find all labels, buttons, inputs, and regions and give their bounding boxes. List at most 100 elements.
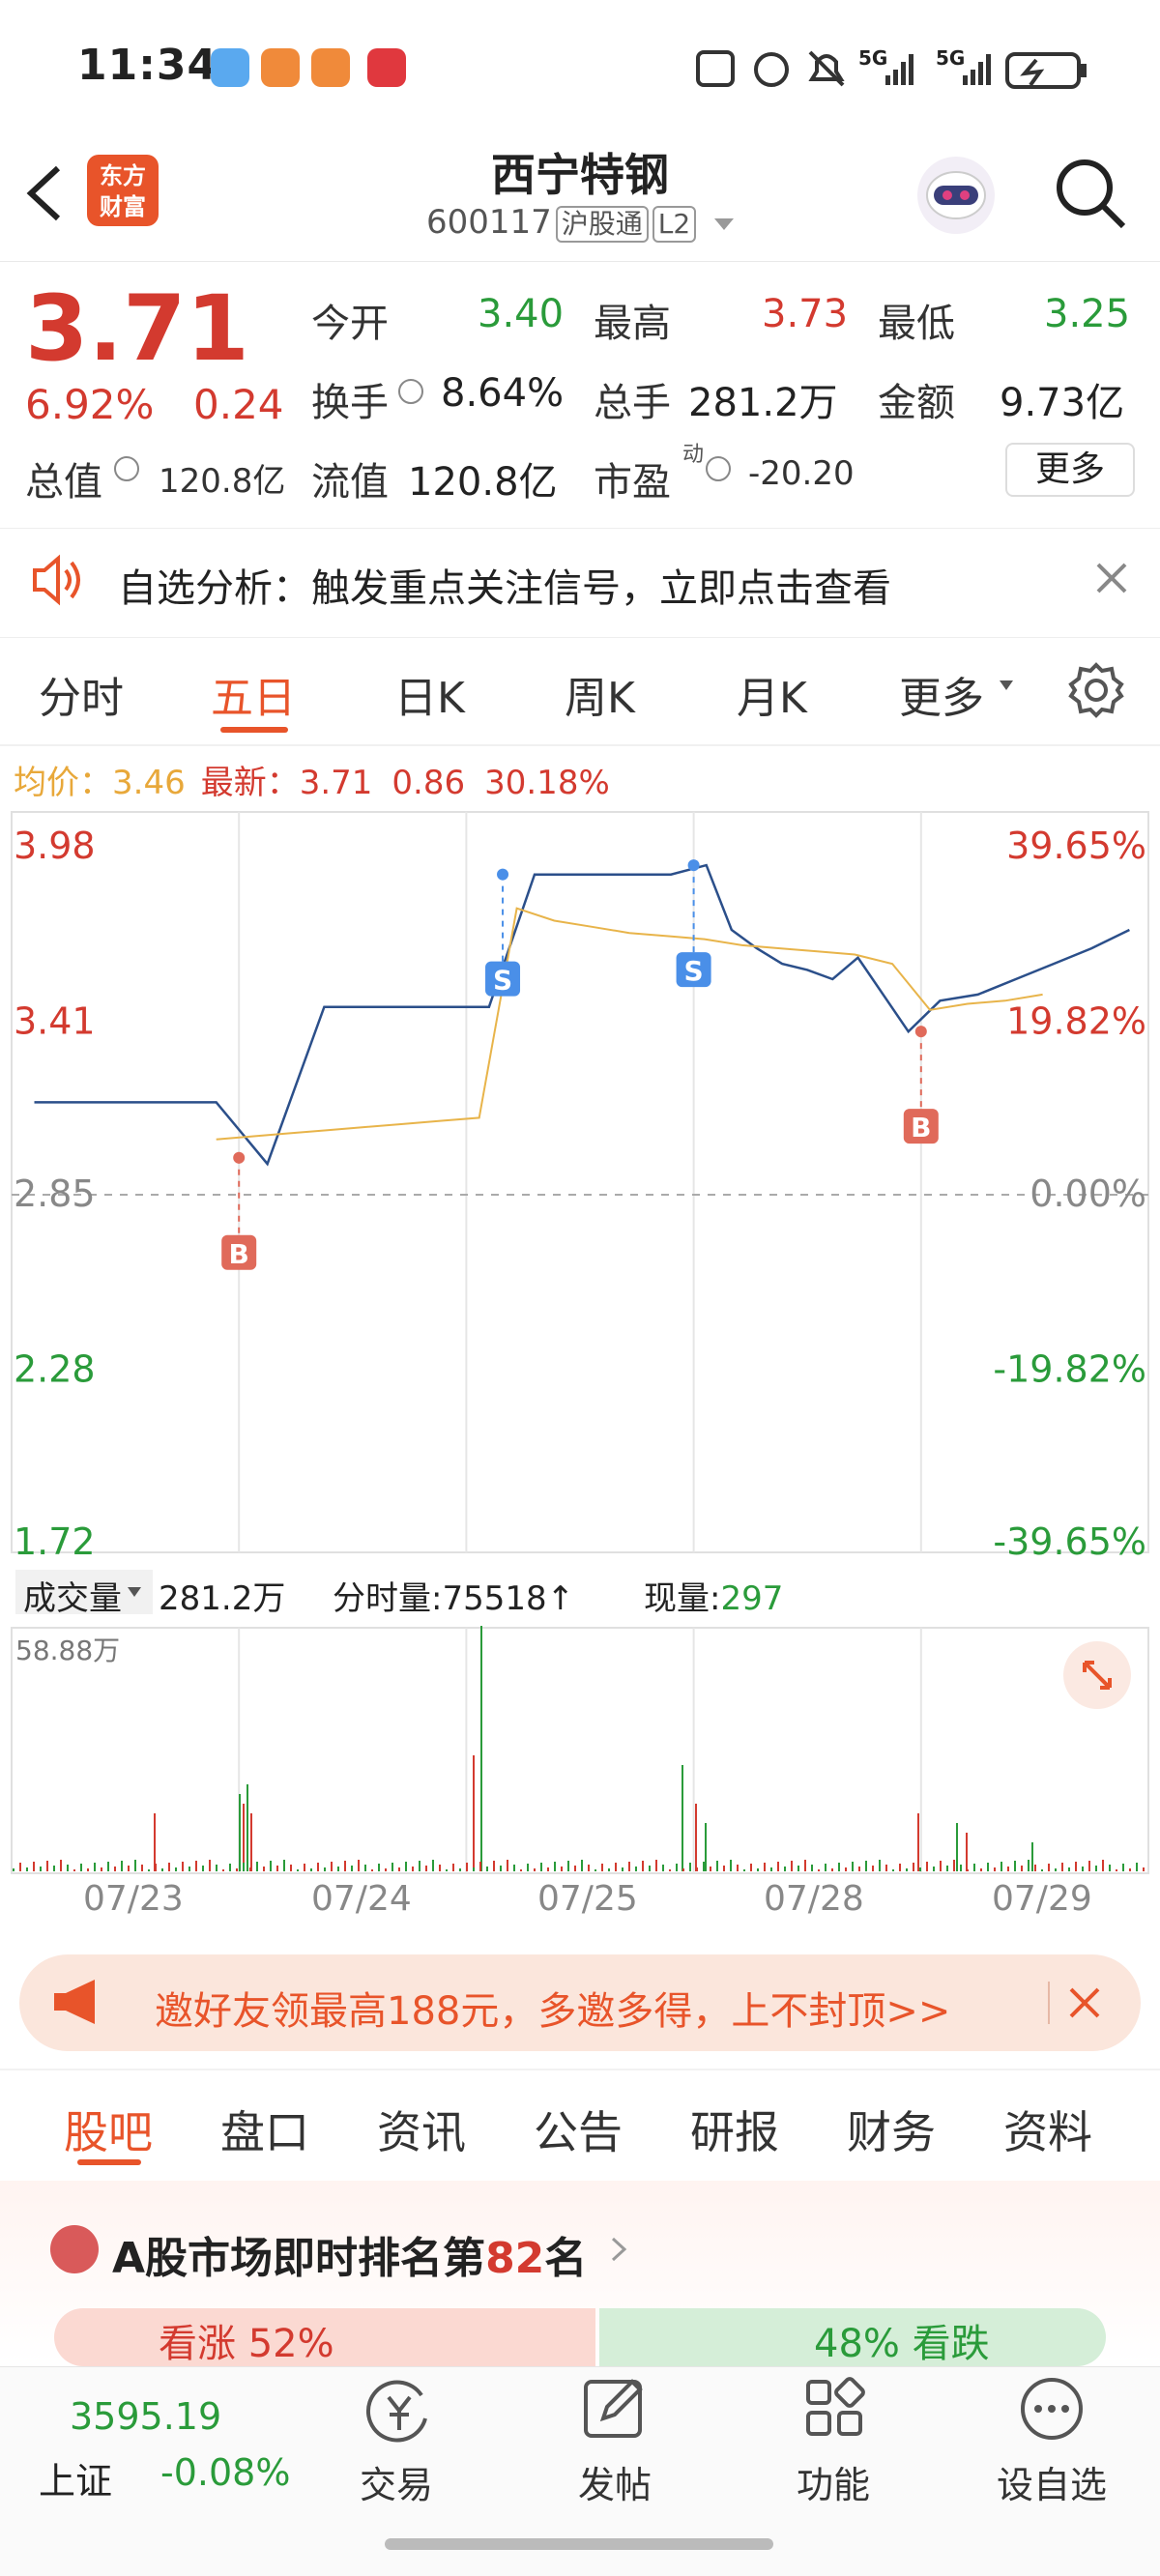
low-value: 3.25 xyxy=(1044,292,1131,336)
ranking-prefix: A股市场即时排名第 xyxy=(112,2234,486,2283)
tab-profile[interactable]: 资料 xyxy=(1003,2098,1092,2161)
banner-text[interactable]: 邀好友领最高188元，多邀多得，上不封顶>> xyxy=(155,1980,950,2036)
open-value: 3.40 xyxy=(478,292,565,336)
divider xyxy=(0,744,1160,746)
tab-finance[interactable]: 财务 xyxy=(847,2098,936,2161)
bearish-pct[interactable]: 48% 看跌 xyxy=(814,2312,990,2368)
info-dots-icon[interactable] xyxy=(398,379,423,404)
tab-news[interactable]: 资讯 xyxy=(377,2098,466,2161)
change-value: 0.24 xyxy=(193,381,284,428)
mktcap-value: 120.8亿 xyxy=(159,462,286,501)
info-dots-icon[interactable] xyxy=(114,456,139,481)
change-percent: 6.92% xyxy=(25,381,155,428)
robot-assistant-icon[interactable] xyxy=(913,153,1000,238)
y-tick-right: -19.82% xyxy=(993,1348,1146,1391)
volume-chart[interactable] xyxy=(0,1624,1160,1875)
search-icon[interactable] xyxy=(1052,155,1129,232)
notice-text[interactable]: 自选分析：触发重点关注信号，立即点击查看 xyxy=(118,557,891,613)
stock-code: 600117 xyxy=(425,203,552,242)
volume-total: 281.2万 xyxy=(159,1579,286,1618)
tab-intraday[interactable]: 分时 xyxy=(39,663,124,725)
tab-weekly-k[interactable]: 周K xyxy=(565,663,635,725)
l2-tag: L2 xyxy=(652,206,697,243)
last-price: 3.71 xyxy=(25,276,249,382)
bullish-pct[interactable]: 看涨 52% xyxy=(159,2312,334,2368)
trade-marker-dot xyxy=(497,868,509,881)
nav-add-watchlist[interactable]: 设自选 xyxy=(955,2455,1148,2508)
nav-trade[interactable]: 交易 xyxy=(300,2455,493,2508)
y-tick-right: 39.65% xyxy=(1006,825,1146,867)
active-tab-indicator xyxy=(77,2159,141,2165)
tab-monthly-k[interactable]: 月K xyxy=(737,663,807,725)
pe-label: 市盈 xyxy=(594,460,671,505)
open-label: 今开 xyxy=(311,302,389,346)
x-tick: 07/25 xyxy=(537,1879,638,1919)
current-volume-label: 现量: xyxy=(644,1579,721,1618)
trade-marker-label: S xyxy=(493,965,512,997)
pe-dynamic-sup: 动 xyxy=(682,443,705,467)
volume-label: 总手 xyxy=(594,381,671,425)
avg-price-line xyxy=(216,907,1043,1141)
tab-announcements[interactable]: 公告 xyxy=(534,2098,623,2161)
expand-icon[interactable] xyxy=(1063,1641,1131,1709)
app-notification-icon xyxy=(261,48,300,87)
tab-five-day[interactable]: 五日 xyxy=(211,663,296,725)
avg-label: 均价： xyxy=(14,764,112,802)
index-name[interactable]: 上证 xyxy=(39,2451,112,2504)
status-bar: 11:34 5G 5G xyxy=(0,0,1160,135)
tab-more[interactable]: 更多 xyxy=(899,663,984,725)
amount-label: 金额 xyxy=(878,381,955,425)
latest-value: 3.71 xyxy=(299,764,373,802)
five-day-price-chart[interactable]: 3.98 39.65% 3.41 19.82% 2.85 0.00% 2.28 -19.82%… xyxy=(0,808,1160,1562)
megaphone-icon xyxy=(54,1980,95,2024)
y-tick-right: -39.65% xyxy=(993,1520,1146,1562)
more-caret-icon xyxy=(1000,680,1013,690)
trade-marker-label: B xyxy=(229,1238,249,1270)
trade-marker-label: S xyxy=(684,955,704,987)
index-value[interactable]: 3595.19 xyxy=(70,2395,221,2438)
turnover-label: 换手 xyxy=(311,381,389,425)
x-tick: 07/29 xyxy=(992,1879,1092,1919)
ranking-icon xyxy=(50,2225,99,2273)
turnover-value: 8.64% xyxy=(441,371,565,416)
volume-max-label: 58.88万 xyxy=(15,1635,121,1666)
nav-post[interactable]: 发帖 xyxy=(518,2455,711,2508)
index-change[interactable]: -0.08% xyxy=(160,2451,290,2494)
trade-marker-label: B xyxy=(911,1112,931,1143)
volume-frame xyxy=(11,1627,1149,1874)
tab-order-book[interactable]: 盘口 xyxy=(220,2098,309,2161)
volume-value: 281.2万 xyxy=(688,381,838,425)
ranking-suffix: 名 xyxy=(544,2234,588,2283)
info-dots-icon[interactable] xyxy=(706,456,731,481)
close-icon[interactable] xyxy=(1094,561,1129,595)
tab-forum[interactable]: 股吧 xyxy=(64,2098,153,2161)
trade-marker-dot xyxy=(233,1151,246,1164)
active-tab-indicator xyxy=(220,727,288,733)
tab-research[interactable]: 研报 xyxy=(690,2098,779,2161)
current-volume: 现量:297 xyxy=(644,1572,783,1619)
signal-5g-label-2: 5G xyxy=(936,46,966,70)
gear-icon[interactable] xyxy=(1067,661,1125,719)
close-icon[interactable] xyxy=(1067,1985,1102,2020)
more-circle-icon xyxy=(1021,2378,1083,2440)
y-tick-left: 2.85 xyxy=(14,1172,96,1215)
x-tick: 07/23 xyxy=(83,1879,184,1919)
speaker-icon xyxy=(33,554,80,606)
ranking-number: 82 xyxy=(485,2234,545,2283)
chart-info-line: 均价：3.46 最新：3.71 0.86 30.18% xyxy=(14,756,610,803)
high-label: 最高 xyxy=(594,302,671,346)
ranking-title[interactable]: A股市场即时排名第82名 xyxy=(112,2223,587,2285)
divider xyxy=(0,2069,1160,2070)
more-button[interactable]: 更多 xyxy=(1005,443,1135,497)
tab-daily-k[interactable]: 日K xyxy=(394,663,465,725)
xiaohongshu-icon xyxy=(367,48,406,87)
y-tick-right: 19.82% xyxy=(1006,1000,1146,1043)
mktcap-label: 总值 xyxy=(25,460,102,505)
nav-functions[interactable]: 功能 xyxy=(737,2455,930,2508)
chevron-right-icon xyxy=(611,2237,627,2262)
amount-value: 9.73亿 xyxy=(1000,381,1125,425)
weather-app-icon xyxy=(211,48,249,87)
avg-value: 3.46 xyxy=(112,764,186,802)
volume-label: 成交量 xyxy=(23,1579,122,1618)
chart-frame xyxy=(11,811,1149,1553)
